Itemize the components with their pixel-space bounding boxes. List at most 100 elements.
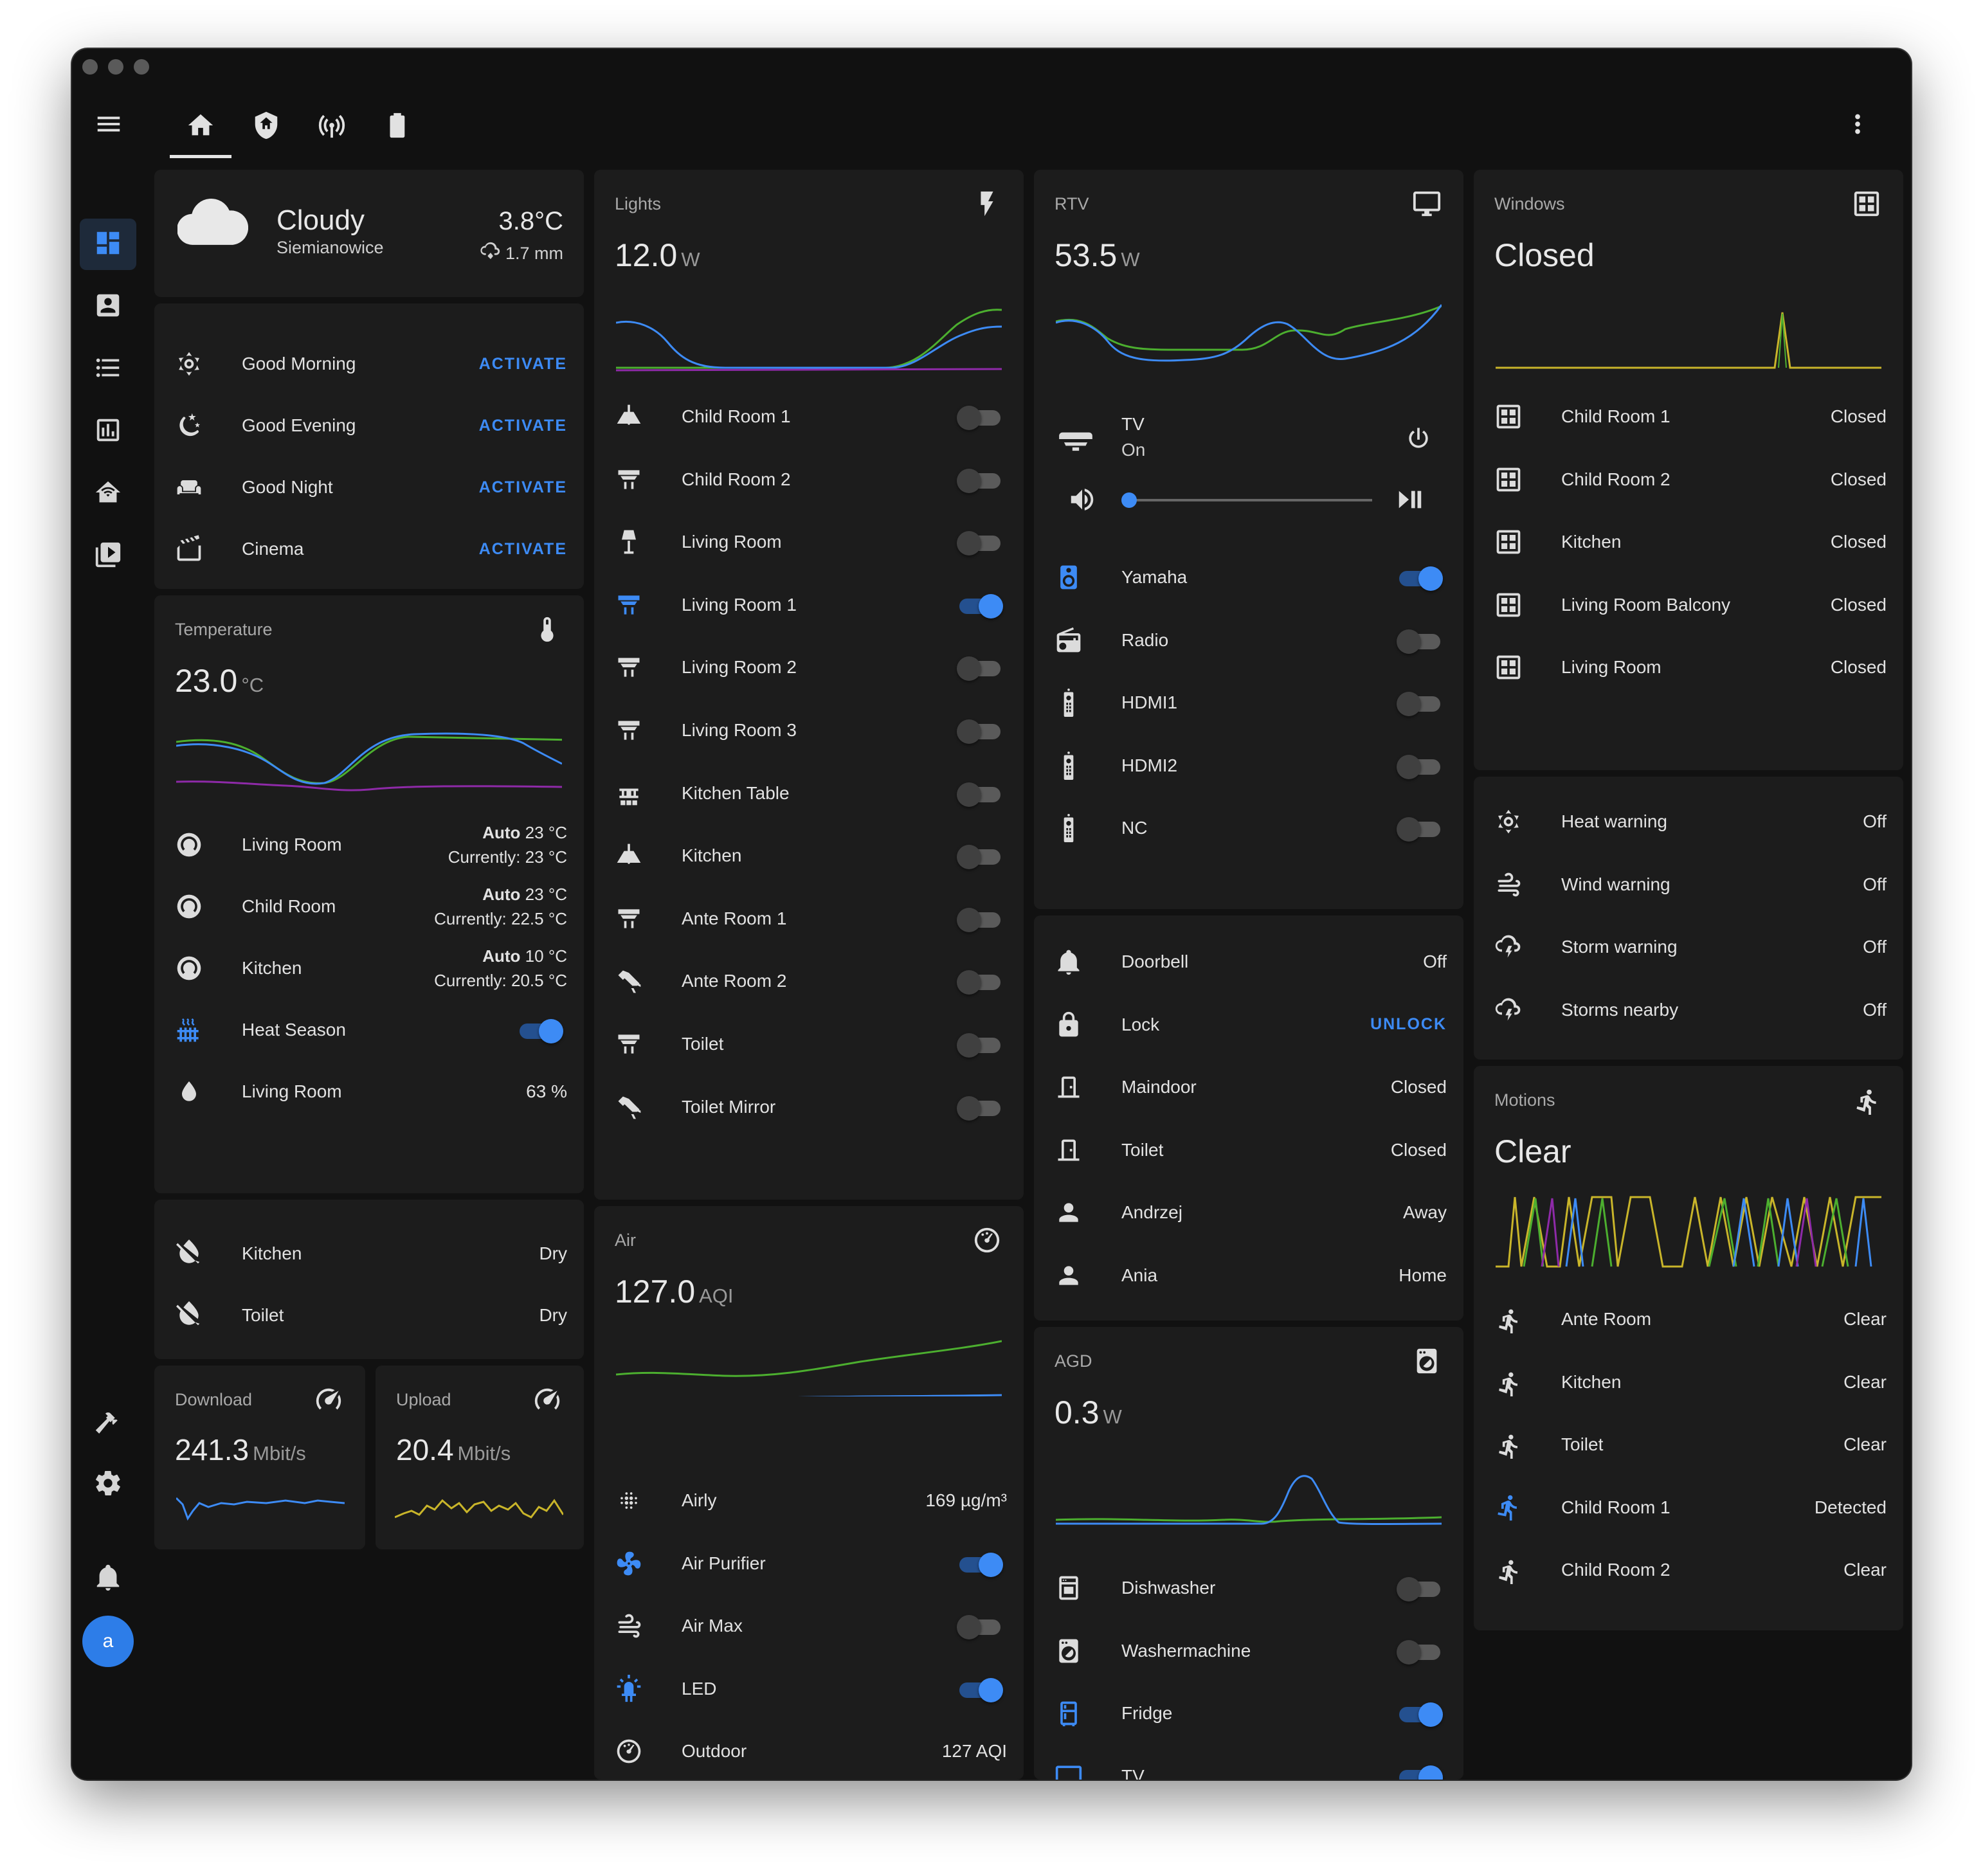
rtv-row[interactable]: Radio [1049,617,1447,663]
dots-vertical-icon[interactable] [1843,109,1872,142]
air-toggle[interactable] [959,1677,1003,1702]
light-row[interactable]: Living Room 3 [610,707,1007,753]
agd-toggle[interactable] [1399,1765,1443,1780]
rtv-toggle[interactable] [1397,754,1440,779]
light-row[interactable]: Child Room 1 [610,393,1007,440]
sidebar-item-notifications[interactable] [80,1553,136,1604]
download-card[interactable]: Download 241.3 Mbit/s [154,1366,365,1549]
presence-row[interactable]: Ania Home [1049,1252,1447,1299]
light-toggle[interactable] [957,782,1001,807]
light-toggle[interactable] [957,719,1001,744]
presence-row[interactable]: Doorbell Off [1049,939,1447,985]
light-row[interactable]: Living Room 2 [610,644,1007,690]
heat-season-row[interactable]: Heat Season [170,1007,567,1053]
warning-row[interactable]: Heat warning Off [1489,798,1887,845]
unlock-button[interactable]: UNLOCK [1370,1015,1447,1034]
light-toggle[interactable] [959,593,1003,618]
agd-toggle[interactable] [1397,1639,1440,1664]
rtv-row[interactable]: HDMI1 [1049,680,1447,726]
air-row[interactable]: Air Max [610,1603,1007,1649]
motion-row[interactable]: Kitchen Clear [1489,1359,1887,1405]
rtv-toggle[interactable] [1399,566,1443,591]
climate-row[interactable]: Living Room Auto 23 °C Currently: 23 °C [170,822,567,868]
presence-row[interactable]: Andrzej Away [1049,1189,1447,1236]
motion-row[interactable]: Child Room 2 Clear [1489,1547,1887,1593]
sidebar-item-settings[interactable] [80,1459,136,1510]
activate-button[interactable]: ACTIVATE [479,540,567,559]
light-row[interactable]: Ante Room 2 [610,958,1007,1004]
volume-high-icon[interactable] [1067,485,1097,518]
window-row[interactable]: Living Room Closed [1489,644,1887,690]
window-close-dot[interactable] [82,59,98,75]
motion-row[interactable]: Ante Room Clear [1489,1296,1887,1342]
sidebar-item-automation[interactable] [80,468,136,519]
light-toggle[interactable] [957,406,1001,430]
sidebar-item-developer-tools[interactable] [80,1396,136,1448]
leak-row[interactable]: Kitchen Dry [170,1231,567,1277]
warning-row[interactable]: Storm warning Off [1489,924,1887,970]
sidebar-item-overview[interactable] [80,219,136,270]
sidebar-item-media[interactable] [80,530,136,582]
light-row[interactable]: Living Room [610,519,1007,565]
agd-row[interactable]: Washermachine [1049,1628,1447,1674]
light-row[interactable]: Kitchen [610,833,1007,879]
agd-row[interactable]: Dishwasher [1049,1565,1447,1611]
rtv-row[interactable]: HDMI2 [1049,743,1447,789]
window-minimize-dot[interactable] [108,59,123,75]
tab-battery[interactable] [367,103,428,150]
motion-row[interactable]: Toilet Clear [1489,1421,1887,1468]
light-toggle[interactable] [957,970,1001,995]
light-row[interactable]: Child Room 2 [610,456,1007,503]
activate-button[interactable]: ACTIVATE [479,417,567,435]
power-icon[interactable] [1404,424,1433,456]
heat-season-toggle[interactable] [520,1019,563,1043]
upload-card[interactable]: Upload 20.4 Mbit/s [376,1366,584,1549]
play-pause-icon[interactable] [1395,485,1425,518]
leak-row[interactable]: Toilet Dry [170,1292,567,1339]
window-row[interactable]: Child Room 2 Closed [1489,456,1887,503]
media-player[interactable]: TV On [1049,411,1447,469]
weather-card[interactable]: Cloudy Siemianowice 3.8°C 1.7 mm [154,170,584,297]
light-toggle[interactable] [957,656,1001,681]
light-row[interactable]: Ante Room 1 [610,896,1007,942]
menu-icon[interactable] [94,109,123,142]
light-toggle[interactable] [957,907,1001,932]
presence-row[interactable]: Maindoor Closed [1049,1064,1447,1110]
sidebar-item-logbook[interactable] [80,343,136,395]
sidebar-item-history[interactable] [80,406,136,457]
light-row[interactable]: Kitchen Table [610,770,1007,816]
air-toggle[interactable] [957,1615,1001,1640]
light-row[interactable]: Toilet [610,1021,1007,1067]
window-row[interactable]: Kitchen Closed [1489,519,1887,565]
light-toggle[interactable] [957,1096,1001,1121]
climate-row[interactable]: Kitchen Auto 10 °C Currently: 20.5 °C [170,945,567,991]
window-row[interactable]: Living Room Balcony Closed [1489,582,1887,628]
air-row[interactable]: Outdoor 127 AQI [610,1728,1007,1774]
sidebar-item-map[interactable] [80,281,136,332]
light-toggle[interactable] [957,468,1001,493]
activate-button[interactable]: ACTIVATE [479,355,567,374]
rtv-toggle[interactable] [1397,629,1440,654]
air-row[interactable]: Airly 169 µg/m³ [610,1477,1007,1524]
climate-row[interactable]: Child Room Auto 23 °C Currently: 22.5 °C [170,883,567,930]
light-toggle[interactable] [957,845,1001,870]
window-row[interactable]: Child Room 1 Closed [1489,393,1887,440]
rtv-row[interactable]: Yamaha [1049,554,1447,600]
activate-button[interactable]: ACTIVATE [479,478,567,497]
agd-row[interactable]: Fridge [1049,1690,1447,1736]
avatar[interactable]: a [82,1616,134,1667]
warning-row[interactable]: Wind warning Off [1489,861,1887,908]
presence-row[interactable]: Toilet Closed [1049,1127,1447,1173]
rtv-row[interactable]: NC [1049,805,1447,851]
agd-row[interactable]: TV [1049,1753,1447,1780]
rtv-toggle[interactable] [1397,692,1440,717]
air-row[interactable]: Air Purifier [610,1540,1007,1587]
agd-toggle[interactable] [1397,1577,1440,1601]
tab-network[interactable] [301,103,363,150]
tab-home[interactable] [170,103,231,158]
warning-row[interactable]: Storms nearby Off [1489,987,1887,1033]
air-toggle[interactable] [959,1552,1003,1577]
humidity-row[interactable]: Living Room 63 % [170,1069,567,1115]
volume-slider[interactable] [1121,492,1372,508]
air-row[interactable]: LED [610,1666,1007,1712]
